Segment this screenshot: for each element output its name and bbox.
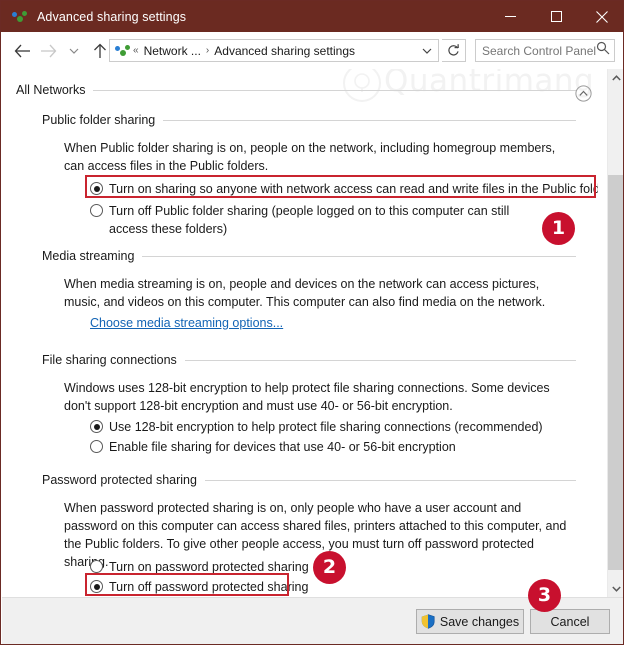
radio-icon-unchecked[interactable] [90, 440, 103, 453]
back-button[interactable] [9, 38, 35, 64]
radio-password-protection-off[interactable]: Turn off password protected sharing [90, 578, 308, 596]
navigation-bar: « Network ... › Advanced sharing setting… [1, 32, 623, 69]
scroll-area: Quantrimang All Networks Public folder s… [2, 69, 598, 597]
vertical-scrollbar[interactable] [607, 69, 623, 597]
header-rule [163, 119, 576, 121]
cancel-label: Cancel [550, 614, 590, 629]
header-rule [204, 479, 576, 481]
radio-icon-checked[interactable] [90, 580, 103, 593]
network-sharing-icon [12, 9, 28, 25]
window-title: Advanced sharing settings [37, 9, 187, 24]
save-changes-label: Save changes [439, 614, 520, 629]
breadcrumb-network[interactable]: Network ... [141, 44, 204, 58]
radio-public-sharing-off[interactable]: Turn off Public folder sharing (people l… [90, 202, 550, 238]
header-rule [93, 89, 576, 91]
radio-label: Turn off password protected sharing [109, 580, 309, 594]
cancel-button[interactable]: Cancel [530, 609, 610, 634]
minimize-button[interactable] [487, 1, 533, 32]
media-streaming-description: When media streaming is on, people and d… [64, 277, 546, 309]
forward-button[interactable] [35, 38, 61, 64]
file-sharing-description: Windows uses 128-bit encryption to help … [64, 381, 550, 413]
scrollbar-thumb[interactable] [608, 175, 623, 570]
radio-label: Turn off Public folder sharing (people l… [109, 204, 510, 236]
scroll-down-button[interactable] [608, 580, 623, 597]
callout-badge-2: 2 [313, 551, 346, 584]
address-prefix: « [133, 45, 139, 56]
radio-40-56bit-encryption[interactable]: Enable file sharing for devices that use… [90, 438, 456, 456]
radio-label: Turn on sharing so anyone with network a… [109, 182, 598, 196]
radio-public-sharing-on[interactable]: Turn on sharing so anyone with network a… [90, 180, 598, 198]
title-bar: Advanced sharing settings [1, 1, 623, 32]
all-networks-header: All Networks [16, 83, 576, 97]
password-protected-sharing-label: Password protected sharing [42, 473, 197, 487]
callout-badge-3: 3 [528, 579, 561, 612]
callout-badge-1: 1 [542, 212, 575, 245]
maximize-button[interactable] [533, 1, 579, 32]
settings-content-panel: Quantrimang All Networks Public folder s… [2, 69, 623, 597]
media-streaming-header: Media streaming [42, 249, 576, 263]
search-icon[interactable] [596, 41, 610, 60]
radio-password-protection-on[interactable]: Turn on password protected sharing [90, 558, 309, 576]
window-controls [487, 1, 623, 32]
refresh-button[interactable] [442, 39, 466, 62]
radio-icon-checked[interactable] [90, 182, 103, 195]
header-rule [184, 359, 576, 361]
choose-media-streaming-options-link[interactable]: Choose media streaming options... [90, 316, 283, 330]
radio-label: Use 128-bit encryption to help protect f… [109, 420, 543, 434]
close-button[interactable] [579, 1, 623, 32]
address-network-icon [115, 43, 131, 59]
password-protected-sharing-header: Password protected sharing [42, 473, 576, 487]
file-sharing-connections-label: File sharing connections [42, 353, 177, 367]
radio-icon-checked[interactable] [90, 420, 103, 433]
header-rule [142, 255, 576, 257]
radio-label: Turn on password protected sharing [109, 560, 309, 574]
radio-128bit-encryption[interactable]: Use 128-bit encryption to help protect f… [90, 418, 543, 436]
advanced-sharing-settings-window: Advanced sharing settings « Network ... … [0, 0, 624, 645]
chevron-down-icon[interactable] [422, 42, 432, 60]
search-input[interactable]: Search Control Panel [482, 44, 596, 58]
breadcrumb-separator-icon: › [205, 45, 210, 56]
address-bar[interactable]: « Network ... › Advanced sharing setting… [109, 39, 439, 62]
save-changes-button[interactable]: Save changes [416, 609, 524, 634]
public-folder-sharing-description: When Public folder sharing is on, people… [64, 141, 556, 173]
radio-icon-unchecked[interactable] [90, 204, 103, 217]
collapse-all-networks-button[interactable] [575, 85, 592, 102]
breadcrumb-advanced-sharing-settings[interactable]: Advanced sharing settings [211, 44, 358, 58]
public-folder-sharing-label: Public folder sharing [42, 113, 156, 127]
file-sharing-connections-header: File sharing connections [42, 353, 576, 367]
media-streaming-label: Media streaming [42, 249, 135, 263]
public-folder-sharing-header: Public folder sharing [42, 113, 576, 127]
scroll-up-button[interactable] [608, 69, 623, 86]
all-networks-label: All Networks [16, 83, 86, 97]
radio-icon-unchecked[interactable] [90, 560, 103, 573]
search-box[interactable]: Search Control Panel [475, 39, 615, 62]
uac-shield-icon [421, 614, 435, 629]
radio-label: Enable file sharing for devices that use… [109, 440, 456, 454]
recent-locations-button[interactable] [61, 38, 87, 64]
